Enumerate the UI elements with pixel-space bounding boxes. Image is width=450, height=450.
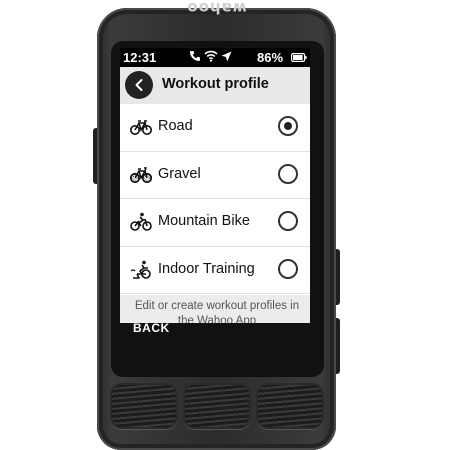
battery-icon — [291, 53, 307, 62]
profile-label: Indoor Training — [158, 260, 255, 277]
profile-item-mountain-bike[interactable]: Mountain Bike — [120, 199, 310, 247]
phone-icon — [190, 51, 200, 61]
location-arrow-icon — [221, 51, 232, 61]
profile-label: Road — [158, 118, 193, 134]
profile-item-indoor-training[interactable]: Indoor Training — [120, 246, 310, 294]
indoor-trainer-icon — [130, 260, 151, 279]
gravel-bike-icon — [130, 166, 152, 183]
header: Workout profile — [120, 67, 310, 104]
profile-item-road[interactable]: Road — [120, 104, 310, 152]
brand-logo: wahoo — [186, 0, 247, 17]
footer-note: Edit or create workout profiles in the W… — [134, 300, 300, 323]
radio-selected[interactable] — [278, 116, 298, 136]
profile-list: Road Gravel Mountain Bike Indoor Trainin… — [120, 104, 310, 294]
hardware-button-left[interactable] — [110, 383, 178, 429]
page-title: Workout profile — [162, 76, 269, 92]
chevron-left-icon — [135, 79, 143, 91]
hardware-button-center[interactable] — [183, 383, 251, 429]
back-label: BACK — [133, 321, 170, 335]
radio-unselected[interactable] — [278, 163, 298, 184]
profile-label: Gravel — [158, 165, 201, 182]
wifi-icon — [204, 50, 218, 62]
back-button[interactable] — [125, 71, 153, 99]
status-icons — [189, 50, 232, 62]
mountain-bike-icon — [130, 212, 152, 231]
profile-item-gravel[interactable]: Gravel — [120, 151, 310, 199]
hardware-button-right[interactable] — [256, 383, 324, 429]
status-time: 12:31 — [123, 50, 157, 65]
status-bar: 12:31 86% — [120, 48, 310, 67]
screen: 12:31 86% Workout profile Road Gravel Mo… — [120, 48, 310, 323]
radio-unselected[interactable] — [278, 258, 298, 279]
footer: Edit or create workout profiles in the W… — [120, 295, 310, 323]
road-bike-icon — [130, 120, 152, 135]
profile-label: Mountain Bike — [158, 213, 250, 229]
radio-unselected[interactable] — [278, 211, 298, 231]
battery-percent: 86% — [257, 50, 284, 65]
